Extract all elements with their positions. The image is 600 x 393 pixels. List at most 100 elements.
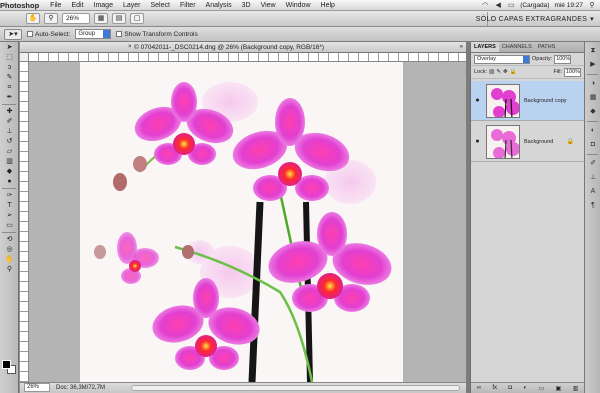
- document-title: © 07042011-_DSC0214.dng @ 26% (Backgroun…: [134, 44, 325, 51]
- auto-select-checkbox[interactable]: [27, 30, 33, 37]
- transform-controls-checkbox[interactable]: [116, 30, 123, 37]
- eraser-tool-icon[interactable]: ▱: [2, 147, 17, 156]
- marquee-tool-icon[interactable]: ⬚: [2, 53, 17, 62]
- screen-mode-button[interactable]: ▢: [130, 13, 144, 24]
- horizontal-ruler[interactable]: [29, 53, 466, 62]
- 3d-rotate-tool-icon[interactable]: ⟲: [2, 235, 17, 244]
- styles-panel-icon[interactable]: ◆: [587, 107, 599, 117]
- path-selection-tool-icon[interactable]: ➢: [2, 211, 17, 220]
- healing-brush-tool-icon[interactable]: ✚: [2, 107, 17, 116]
- tab-paths[interactable]: PATHS: [535, 42, 559, 52]
- menu-image[interactable]: Image: [89, 2, 118, 9]
- lasso-tool-icon[interactable]: ↄ: [2, 63, 17, 72]
- visibility-eye-icon[interactable]: ●: [471, 97, 484, 104]
- document-tab[interactable]: × © 07042011-_DSC0214.dng @ 26% (Backgro…: [20, 42, 466, 53]
- menu-filter[interactable]: Filter: [175, 2, 201, 9]
- lock-pixels-icon[interactable]: ✎: [496, 69, 501, 75]
- workspace-switcher[interactable]: SÓLO CAPAS EXTRAGRANDES ▾: [476, 13, 594, 25]
- dodge-tool-icon[interactable]: ●: [2, 177, 17, 186]
- actions-panel-icon[interactable]: ▶: [587, 60, 599, 70]
- status-zoom-field[interactable]: 26%: [24, 383, 50, 392]
- move-tool-icon[interactable]: ➤: [2, 43, 17, 52]
- clone-source-panel-icon[interactable]: ⊥: [587, 173, 599, 183]
- shape-tool-icon[interactable]: ▭: [2, 221, 17, 230]
- history-panel-icon[interactable]: ⧗: [587, 46, 599, 56]
- quick-select-tool-icon[interactable]: ✎: [2, 73, 17, 82]
- status-doc-size[interactable]: Doc: 36,3M/72,7M: [56, 383, 105, 393]
- lock-transparency-icon[interactable]: ▨: [489, 69, 494, 75]
- menu-help[interactable]: Help: [316, 2, 340, 9]
- brush-tool-icon[interactable]: ✐: [2, 117, 17, 126]
- tab-channels[interactable]: CHANNELS: [499, 42, 535, 52]
- transform-controls-toggle[interactable]: Show Transform Controls: [116, 30, 198, 38]
- menu-analysis[interactable]: Analysis: [201, 2, 237, 9]
- lock-position-icon[interactable]: ✥: [503, 69, 508, 75]
- fill-field[interactable]: 100%: [564, 67, 581, 77]
- menu-window[interactable]: Window: [281, 2, 316, 9]
- swatches-panel-icon[interactable]: ▦: [587, 93, 599, 103]
- ruler-origin[interactable]: [20, 53, 29, 62]
- paragraph-panel-icon[interactable]: ¶: [587, 201, 599, 211]
- adjustments-panel-icon[interactable]: ◐: [587, 126, 599, 136]
- link-layers-icon[interactable]: ∞: [477, 385, 481, 391]
- menu-view[interactable]: View: [256, 2, 281, 9]
- battery-icon[interactable]: ▭: [507, 2, 515, 9]
- layer-background-copy[interactable]: ● Background copy: [471, 81, 584, 121]
- gradient-tool-icon[interactable]: ▥: [2, 157, 17, 166]
- opacity-field[interactable]: 100%: [554, 54, 572, 64]
- color-panel-icon[interactable]: ◑: [587, 79, 599, 89]
- new-layer-icon[interactable]: ▣: [556, 385, 562, 392]
- trash-icon[interactable]: ▥: [573, 385, 579, 392]
- group-icon[interactable]: ▭: [538, 385, 544, 392]
- foreground-color-swatch[interactable]: [2, 360, 11, 369]
- view-extras-button[interactable]: ▦: [94, 13, 108, 24]
- image-canvas[interactable]: [80, 62, 403, 382]
- menu-edit[interactable]: Edit: [66, 2, 88, 9]
- lock-all-icon[interactable]: 🔒: [510, 69, 517, 75]
- blend-mode-select[interactable]: Overlay: [474, 54, 530, 64]
- tab-layers[interactable]: LAYERS: [471, 42, 499, 52]
- menu-layer[interactable]: Layer: [118, 2, 146, 9]
- type-tool-icon[interactable]: T: [2, 201, 17, 210]
- pen-tool-icon[interactable]: ✑: [2, 191, 17, 200]
- layer-background[interactable]: ● Background 🔒: [471, 122, 584, 162]
- menu-3d[interactable]: 3D: [237, 2, 256, 9]
- layer-mask-icon[interactable]: ◘: [508, 385, 512, 391]
- vertical-ruler[interactable]: [20, 62, 29, 382]
- zoom-tool-button[interactable]: ⚲: [44, 13, 58, 24]
- masks-panel-icon[interactable]: ◘: [587, 140, 599, 150]
- clone-stamp-tool-icon[interactable]: ⊥: [2, 127, 17, 136]
- chevron-right-icon[interactable]: »: [460, 42, 463, 53]
- layer-name[interactable]: Background copy: [524, 98, 567, 104]
- character-panel-icon[interactable]: A: [587, 187, 599, 197]
- zoom-tool-icon[interactable]: ⚲: [2, 265, 17, 274]
- tool-preset-picker[interactable]: ➤▾: [4, 28, 22, 40]
- visibility-eye-icon[interactable]: ●: [471, 138, 484, 145]
- menu-select[interactable]: Select: [146, 2, 175, 9]
- battery-status[interactable]: (Cargada): [520, 2, 549, 9]
- arrange-documents-button[interactable]: ▤: [112, 13, 126, 24]
- layer-style-icon[interactable]: fx: [492, 385, 497, 391]
- hand-tool-icon[interactable]: ✋: [2, 255, 17, 264]
- volume-icon[interactable]: ◀: [494, 2, 502, 9]
- eyedropper-tool-icon[interactable]: ✒: [2, 93, 17, 102]
- crop-tool-icon[interactable]: ⌗: [2, 83, 17, 92]
- history-brush-tool-icon[interactable]: ↺: [2, 137, 17, 146]
- layer-name[interactable]: Background: [524, 139, 553, 145]
- adjustment-layer-icon[interactable]: ◐: [523, 385, 527, 391]
- spotlight-search-icon[interactable]: ⚲: [588, 2, 596, 9]
- auto-select-target-select[interactable]: Group: [75, 29, 112, 39]
- blur-tool-icon[interactable]: ◆: [2, 167, 17, 176]
- zoom-level-select[interactable]: 26%: [62, 13, 90, 24]
- horizontal-scrollbar[interactable]: [131, 385, 460, 391]
- auto-select-toggle[interactable]: Auto-Select:: [27, 31, 70, 38]
- clock[interactable]: mié 19:27: [554, 2, 583, 9]
- hand-tool-button[interactable]: ✋: [26, 13, 40, 24]
- 3d-orbit-tool-icon[interactable]: ◎: [2, 245, 17, 254]
- app-menu[interactable]: Photoshop: [0, 1, 45, 10]
- brushes-panel-icon[interactable]: ✐: [587, 159, 599, 169]
- tools-divider: [2, 104, 16, 105]
- close-document-icon[interactable]: ×: [128, 42, 132, 53]
- wifi-icon[interactable]: ◠: [481, 2, 489, 9]
- menu-file[interactable]: File: [45, 2, 66, 9]
